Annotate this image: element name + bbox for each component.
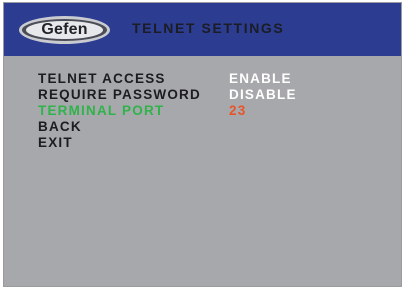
menu-item-require-password[interactable]: REQUIRE PASSWORD DISABLE (38, 87, 398, 103)
osd-window: Gefen TELNET SETTINGS TELNET ACCESS ENAB… (3, 2, 402, 287)
menu-item-terminal-port[interactable]: TERMINAL PORT 23 (38, 103, 398, 119)
menu-item-label: EXIT (38, 135, 73, 150)
menu-item-back[interactable]: BACK (38, 119, 398, 135)
page-title: TELNET SETTINGS (132, 20, 285, 36)
menu-item-value: ENABLE (229, 71, 292, 86)
menu-item-exit[interactable]: EXIT (38, 135, 398, 151)
gefen-logo-text: Gefen (26, 21, 103, 39)
header-bar: Gefen TELNET SETTINGS (4, 3, 401, 56)
menu-item-label: REQUIRE PASSWORD (38, 87, 201, 102)
menu-item-label: TERMINAL PORT (38, 103, 165, 118)
menu-item-value: 23 (229, 103, 247, 118)
menu-item-telnet-access[interactable]: TELNET ACCESS ENABLE (38, 71, 398, 87)
gefen-logo: Gefen (19, 16, 110, 44)
menu-item-label: TELNET ACCESS (38, 71, 166, 86)
settings-menu: TELNET ACCESS ENABLE REQUIRE PASSWORD DI… (38, 71, 398, 151)
menu-item-label: BACK (38, 119, 82, 134)
menu-item-value: DISABLE (229, 87, 297, 102)
